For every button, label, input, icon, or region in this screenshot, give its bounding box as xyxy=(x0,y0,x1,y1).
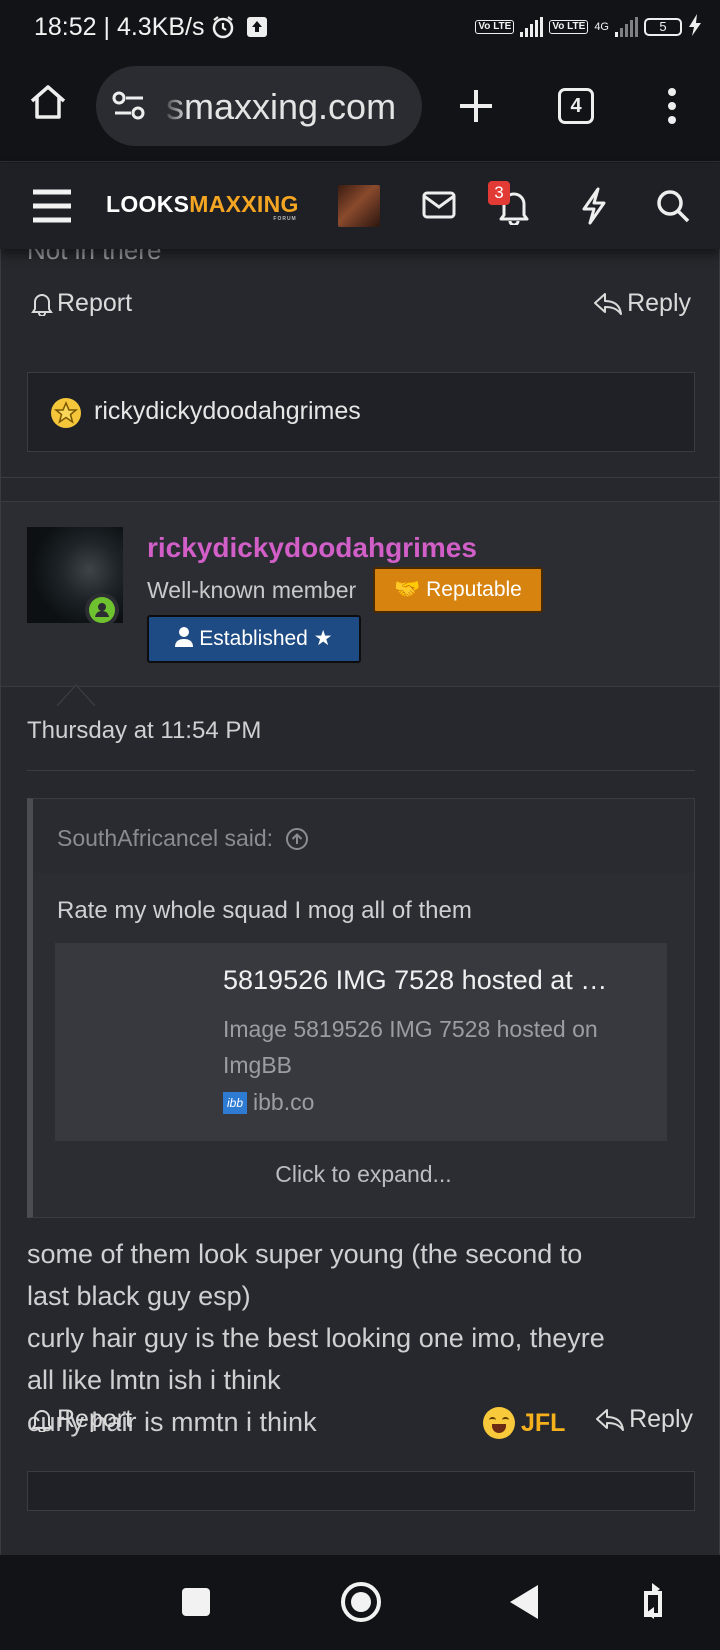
upload-icon xyxy=(246,16,268,43)
site-header: LOOKSMAXXING FORUM 3 xyxy=(0,163,720,249)
reactions-bar-previous[interactable]: rickydickydoodahgrimes xyxy=(27,372,695,452)
system-nav-bar xyxy=(0,1555,720,1650)
reaction-username[interactable]: rickydickydoodahgrimes xyxy=(94,397,361,426)
quote-block: SouthAfricancel said: Rate my whole squa… xyxy=(27,798,695,1218)
go-to-quote-icon xyxy=(286,827,309,850)
recent-apps-icon[interactable] xyxy=(181,1587,211,1622)
hamburger-menu-icon[interactable] xyxy=(32,189,72,228)
click-to-expand-link[interactable]: Click to expand... xyxy=(33,1161,694,1188)
status-time: 18:52 | 4.3KB/s xyxy=(34,13,205,41)
post-date[interactable]: Thursday at 11:54 PM xyxy=(27,717,261,745)
browser-toolbar: smaxxing.com 4 xyxy=(0,56,720,162)
thread-content: Not in there Report Reply rickydickydood… xyxy=(0,249,720,1555)
alarm-icon xyxy=(210,14,236,45)
previous-post-cut-text: Not in there xyxy=(27,249,162,265)
status-bar: 18:52 | 4.3KB/s Vo LTE Vo LTE 4G 5 xyxy=(0,0,720,56)
report-link-previous[interactable]: Report xyxy=(31,289,132,318)
bell-outline-icon xyxy=(31,293,53,316)
signal-1-icon xyxy=(520,16,544,37)
volte-1-icon: Vo LTE xyxy=(475,19,515,34)
charging-icon xyxy=(688,14,702,39)
user-title: Well-known member xyxy=(147,577,357,603)
back-triangle-icon[interactable] xyxy=(508,1583,540,1626)
tab-switcher-button[interactable]: 4 xyxy=(558,88,594,124)
rotate-icon[interactable] xyxy=(640,1581,666,1626)
reply-arrow-icon xyxy=(596,1408,625,1431)
account-avatar[interactable] xyxy=(338,185,380,227)
new-tab-icon[interactable] xyxy=(456,86,496,131)
home-icon[interactable] xyxy=(28,82,68,127)
embed-source: ibb ibb.co xyxy=(223,1089,314,1116)
alerts-count-badge: 3 xyxy=(488,181,510,205)
battery-indicator: 5 xyxy=(644,17,682,36)
embed-description: Image 5819526 IMG 7528 hosted on ImgBB xyxy=(223,1016,598,1078)
search-icon[interactable] xyxy=(656,189,690,228)
online-status-icon xyxy=(85,593,119,627)
network-type: 4G xyxy=(594,20,609,33)
whats-new-bolt-icon[interactable] xyxy=(580,187,608,230)
reply-link-previous[interactable]: Reply xyxy=(593,289,691,318)
established-banner: Established ★ xyxy=(147,615,361,663)
embed-title: 5819526 IMG 7528 hosted at … xyxy=(223,965,608,995)
reputable-banner: 🤝 Reputable xyxy=(373,567,543,613)
star-reaction-icon xyxy=(50,397,82,434)
jfl-reaction-button[interactable]: JFL xyxy=(483,1407,565,1439)
user-icon xyxy=(175,627,194,647)
post: rickydickydoodahgrimes Well-known member… xyxy=(1,501,719,1555)
post-user-header: rickydickydoodahgrimes Well-known member… xyxy=(1,501,719,687)
home-circle-icon[interactable] xyxy=(340,1581,382,1628)
url-bar[interactable]: smaxxing.com xyxy=(96,66,422,146)
more-menu-icon[interactable] xyxy=(664,86,680,131)
ibb-icon: ibb xyxy=(223,1091,247,1114)
quote-text: Rate my whole squad I mog all of them xyxy=(57,897,472,924)
volte-2-icon: Vo LTE xyxy=(549,19,589,34)
site-logo[interactable]: LOOKSMAXXING FORUM xyxy=(106,191,299,222)
url-text: smaxxing.com xyxy=(166,86,397,127)
bell-outline-icon xyxy=(31,1409,53,1432)
inbox-icon[interactable] xyxy=(422,191,456,224)
site-settings-icon[interactable] xyxy=(112,90,146,127)
signal-2-icon xyxy=(615,16,638,37)
reply-link[interactable]: Reply xyxy=(595,1405,693,1434)
quote-attribution[interactable]: SouthAfricancel said: xyxy=(57,825,309,852)
reply-arrow-icon xyxy=(594,292,623,315)
report-link[interactable]: Report xyxy=(31,1405,132,1434)
post-username[interactable]: rickydickydoodahgrimes xyxy=(147,532,477,564)
next-post-edge xyxy=(27,1471,695,1511)
laughing-crying-emoji-icon xyxy=(483,1407,515,1439)
link-embed[interactable]: 5819526 IMG 7528 hosted at … Image 58195… xyxy=(55,943,667,1141)
handshake-icon: 🤝 xyxy=(394,578,427,601)
